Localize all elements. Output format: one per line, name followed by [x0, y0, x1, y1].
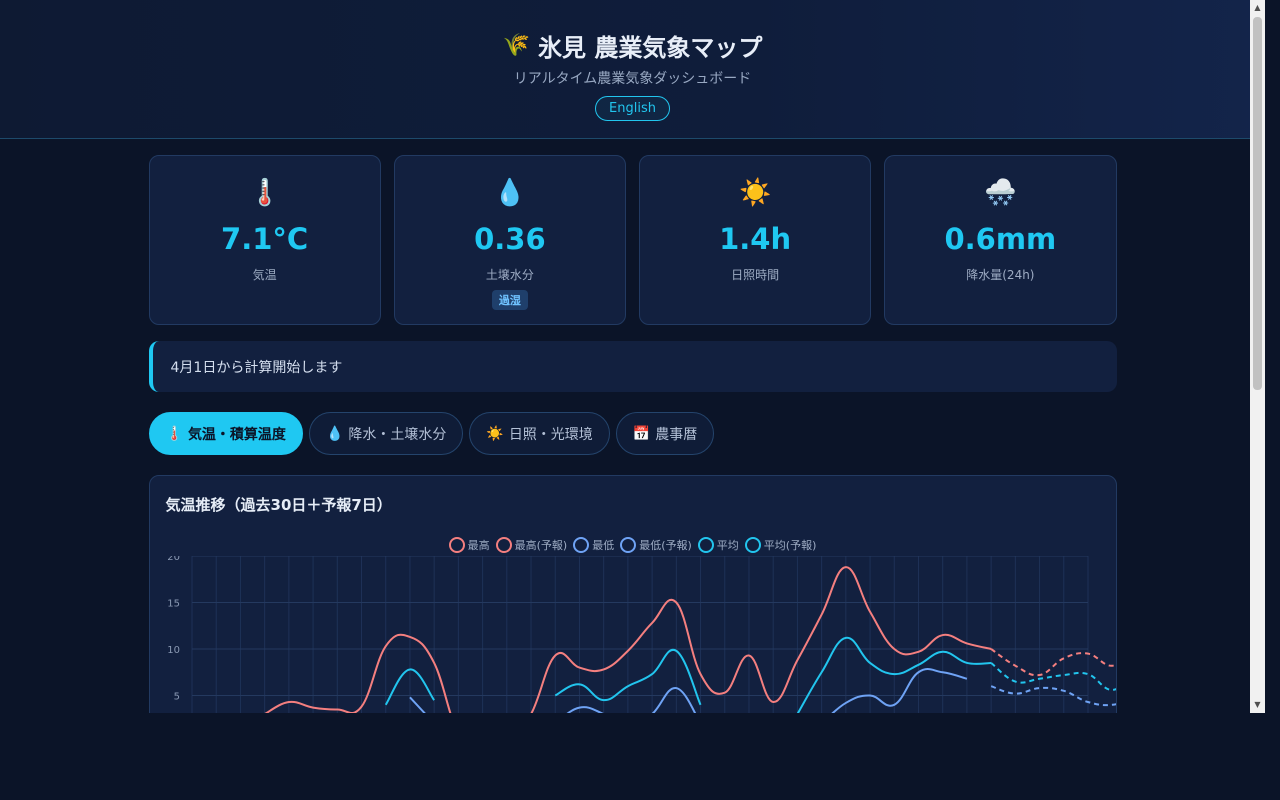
notice-text: 4月1日から計算開始します: [170, 359, 343, 376]
legend-item[interactable]: 平均: [697, 537, 739, 553]
sunshine-card: ☀️ 1.4h 日照時間: [639, 155, 872, 325]
tab-calendar[interactable]: 📅 農事暦: [615, 412, 715, 455]
tab-label: 農事暦: [655, 426, 698, 443]
tab-sunshine[interactable]: ☀️ 日照・光環境: [469, 412, 610, 455]
precipitation-value: 0.6mm: [944, 222, 1057, 256]
scroll-down-icon[interactable]: ▼: [1250, 697, 1265, 713]
legend-swatch: [697, 537, 714, 553]
precipitation-label: 降水量(24h): [966, 268, 1035, 282]
y-tick-label: 5: [173, 692, 179, 703]
soil-moisture-value: 0.36: [474, 222, 546, 256]
page-title: 🌾 氷見 農業気象マップ: [0, 28, 1265, 62]
scroll-up-icon[interactable]: ▲: [1250, 0, 1265, 16]
legend-swatch: [620, 537, 637, 553]
y-tick-label: 20: [167, 556, 180, 563]
tab-label: 日照・光環境: [508, 426, 593, 443]
temperature-label: 気温: [252, 268, 277, 282]
soil-moisture-label: 土壌水分: [485, 268, 534, 282]
main-content: 🌡️ 7.1°C 気温 💧 0.36 土壌水分 過湿 ☀️ 1.4h 日照時間 …: [148, 155, 1117, 713]
legend-label: 最低(予報): [639, 539, 692, 552]
legend-item[interactable]: 最高(予報): [495, 537, 568, 553]
precipitation-card: 🌨️ 0.6mm 降水量(24h): [884, 155, 1117, 325]
sun-icon: ☀️: [738, 178, 772, 208]
sunshine-label: 日照時間: [731, 268, 780, 282]
thermometer-icon: 🌡️: [165, 425, 183, 442]
legend-item[interactable]: 最高: [448, 537, 490, 553]
y-tick-label: 15: [167, 599, 180, 610]
tab-label: 降水・土壌水分: [348, 426, 447, 443]
tab-temperature[interactable]: 🌡️ 気温・積算温度: [148, 412, 303, 455]
language-toggle-button[interactable]: English: [595, 96, 670, 121]
series-line: [990, 648, 1116, 677]
legend-swatch: [573, 537, 590, 553]
legend-item[interactable]: 最低(予報): [620, 537, 692, 553]
sunshine-value: 1.4h: [719, 222, 792, 256]
legend-label: 平均: [716, 539, 739, 552]
temperature-chart-card: 気温推移（過去30日＋予報7日） 最高 最高(予報) 最低 最低(予報) 平均 平均(予報…: [148, 475, 1117, 713]
legend-swatch: [448, 537, 465, 553]
tab-precipitation[interactable]: 💧 降水・土壌水分: [308, 412, 464, 455]
legend-label: 最高: [467, 539, 490, 552]
page-subtitle: リアルタイム農業気象ダッシュボード: [513, 71, 752, 87]
series-line: [408, 696, 426, 713]
droplet-icon: 💧: [325, 425, 344, 442]
page-header: 🌾 氷見 農業気象マップ リアルタイム農業気象ダッシュボード English: [0, 0, 1265, 139]
legend-item[interactable]: 最低: [573, 537, 614, 553]
sun-icon: ☀️: [486, 425, 504, 442]
vertical-scrollbar[interactable]: ▲ ▼: [1250, 0, 1265, 713]
page-title-text: 氷見 農業気象マップ: [538, 33, 763, 62]
soil-moisture-card: 💧 0.36 土壌水分 過湿: [393, 155, 626, 325]
temperature-value: 7.1°C: [221, 222, 309, 256]
rice-plant-icon: 🌾: [502, 32, 531, 58]
droplet-icon: 💧: [493, 178, 527, 208]
tab-bar: 🌡️ 気温・積算温度 💧 降水・土壌水分 ☀️ 日照・光環境 📅 農事暦: [148, 412, 1117, 455]
legend-swatch: [744, 537, 761, 553]
chart-legend: 最高 最高(予報) 最低 最低(予報) 平均 平均(予報): [166, 537, 1100, 553]
legend-label: 最低: [592, 539, 615, 552]
chart-title: 気温推移（過去30日＋予報7日）: [165, 496, 392, 514]
rain-cloud-icon: 🌨️: [984, 178, 1017, 208]
metric-cards: 🌡️ 7.1°C 気温 💧 0.36 土壌水分 過湿 ☀️ 1.4h 日照時間 …: [148, 155, 1117, 325]
notice-banner: 4月1日から計算開始します: [148, 341, 1117, 392]
viewport: 🌾 氷見 農業気象マップ リアルタイム農業気象ダッシュボード English 🌡…: [0, 0, 1265, 713]
thermometer-icon: 🌡️: [248, 178, 281, 208]
tab-label: 気温・積算温度: [187, 426, 286, 443]
legend-item[interactable]: 平均(予報): [744, 537, 817, 553]
legend-label: 最高(予報): [514, 539, 568, 552]
temperature-card: 🌡️ 7.1°C 気温: [148, 155, 381, 325]
legend-label: 平均(予報): [763, 539, 817, 552]
legend-swatch: [495, 537, 512, 553]
status-badge: 過湿: [491, 290, 528, 310]
y-tick-label: 10: [167, 645, 180, 656]
scrollbar-thumb[interactable]: [1253, 17, 1262, 390]
calendar-icon: 📅: [632, 425, 651, 442]
temperature-line-chart: 5 10 15 20: [167, 556, 1116, 713]
